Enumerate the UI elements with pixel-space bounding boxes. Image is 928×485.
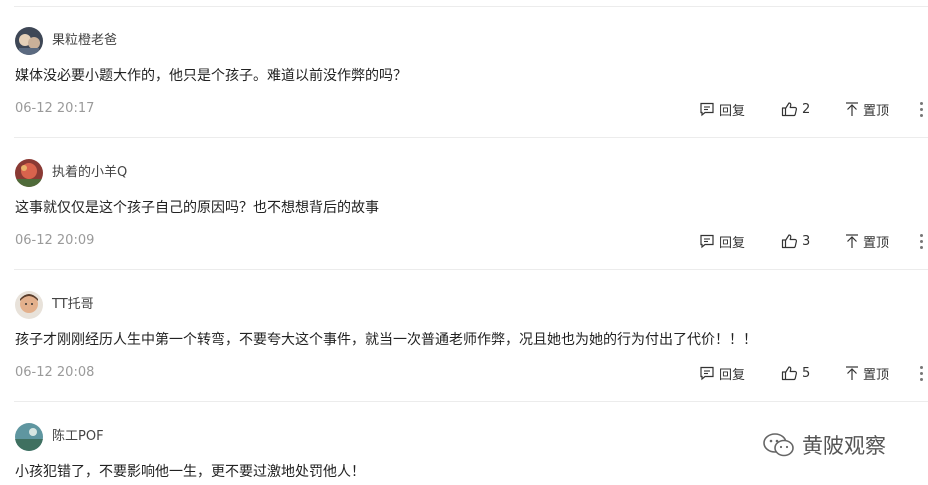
comment-time: 06-12 20:17 bbox=[15, 101, 95, 116]
username[interactable]: 执着的小羊Q bbox=[52, 165, 127, 181]
like-count: 5 bbox=[802, 365, 811, 381]
reply-label: 回复 bbox=[719, 235, 746, 251]
reply-button[interactable]: 回复 bbox=[699, 231, 745, 251]
avatar[interactable] bbox=[15, 423, 43, 451]
comment-item: TT托哥 孩子才刚刚经历人生中第一个转弯，不要夸大这个事件，就当一次普通老师作弊… bbox=[0, 291, 928, 423]
avatar[interactable] bbox=[15, 27, 43, 55]
more-icon[interactable] bbox=[920, 231, 928, 251]
wechat-icon bbox=[763, 433, 794, 457]
username[interactable]: 果粒橙老爸 bbox=[52, 33, 117, 49]
watermark: 黄陂观察 bbox=[762, 430, 886, 460]
reply-button[interactable]: 回复 bbox=[699, 363, 745, 383]
pin-label: 置顶 bbox=[863, 367, 890, 383]
pin-button[interactable]: 置顶 bbox=[845, 231, 889, 251]
like-count: 3 bbox=[802, 233, 811, 249]
like-button[interactable]: 3 bbox=[781, 231, 810, 251]
thumbs-up-icon bbox=[781, 366, 798, 381]
comment-text: 孩子才刚刚经历人生中第一个转弯，不要夸大这个事件，就当一次普通老师作弊，况且她也… bbox=[15, 332, 757, 348]
pin-label: 置顶 bbox=[863, 103, 890, 119]
comment-item: 执着的小羊Q 这事就仅仅是这个孩子自己的原因吗？也不想想背后的故事 06-12 … bbox=[0, 159, 928, 291]
pin-button[interactable]: 置顶 bbox=[845, 99, 889, 119]
comment-icon bbox=[700, 234, 714, 249]
more-icon[interactable] bbox=[920, 99, 928, 119]
pin-top-icon bbox=[846, 102, 858, 116]
comment-divider bbox=[14, 401, 928, 402]
more-icon[interactable] bbox=[920, 363, 928, 383]
reply-label: 回复 bbox=[719, 367, 746, 383]
comment-icon bbox=[700, 366, 714, 381]
like-button[interactable]: 2 bbox=[781, 99, 810, 119]
comment-divider bbox=[14, 137, 928, 138]
thumbs-up-icon bbox=[781, 234, 798, 249]
avatar[interactable] bbox=[15, 291, 43, 319]
pin-label: 置顶 bbox=[863, 235, 890, 251]
pin-top-icon bbox=[846, 234, 858, 248]
comment-time: 06-12 20:09 bbox=[15, 233, 95, 248]
pin-button[interactable]: 置顶 bbox=[845, 363, 889, 383]
username[interactable]: TT托哥 bbox=[52, 297, 94, 313]
comment-time: 06-12 20:08 bbox=[15, 365, 95, 380]
comment-item: 果粒橙老爸 媒体没必要小题大作的，他只是个孩子。难道以前没作弊的吗？ 06-12… bbox=[0, 27, 928, 159]
comment-text: 小孩犯错了，不要影响他一生，更不要过激地处罚他人！ bbox=[15, 464, 365, 480]
reply-label: 回复 bbox=[719, 103, 746, 119]
reply-button[interactable]: 回复 bbox=[699, 99, 745, 119]
pin-top-icon bbox=[846, 366, 858, 380]
top-divider bbox=[14, 6, 928, 7]
comment-text: 媒体没必要小题大作的，他只是个孩子。难道以前没作弊的吗？ bbox=[15, 68, 407, 84]
watermark-text: 黄陂观察 bbox=[802, 434, 886, 458]
thumbs-up-icon bbox=[781, 102, 798, 117]
username[interactable]: 陈工POF bbox=[52, 429, 104, 445]
comment-text: 这事就仅仅是这个孩子自己的原因吗？也不想想背后的故事 bbox=[15, 200, 379, 216]
like-button[interactable]: 5 bbox=[781, 363, 810, 383]
like-count: 2 bbox=[802, 101, 811, 117]
comment-divider bbox=[14, 269, 928, 270]
avatar[interactable] bbox=[15, 159, 43, 187]
comment-icon bbox=[700, 102, 714, 117]
